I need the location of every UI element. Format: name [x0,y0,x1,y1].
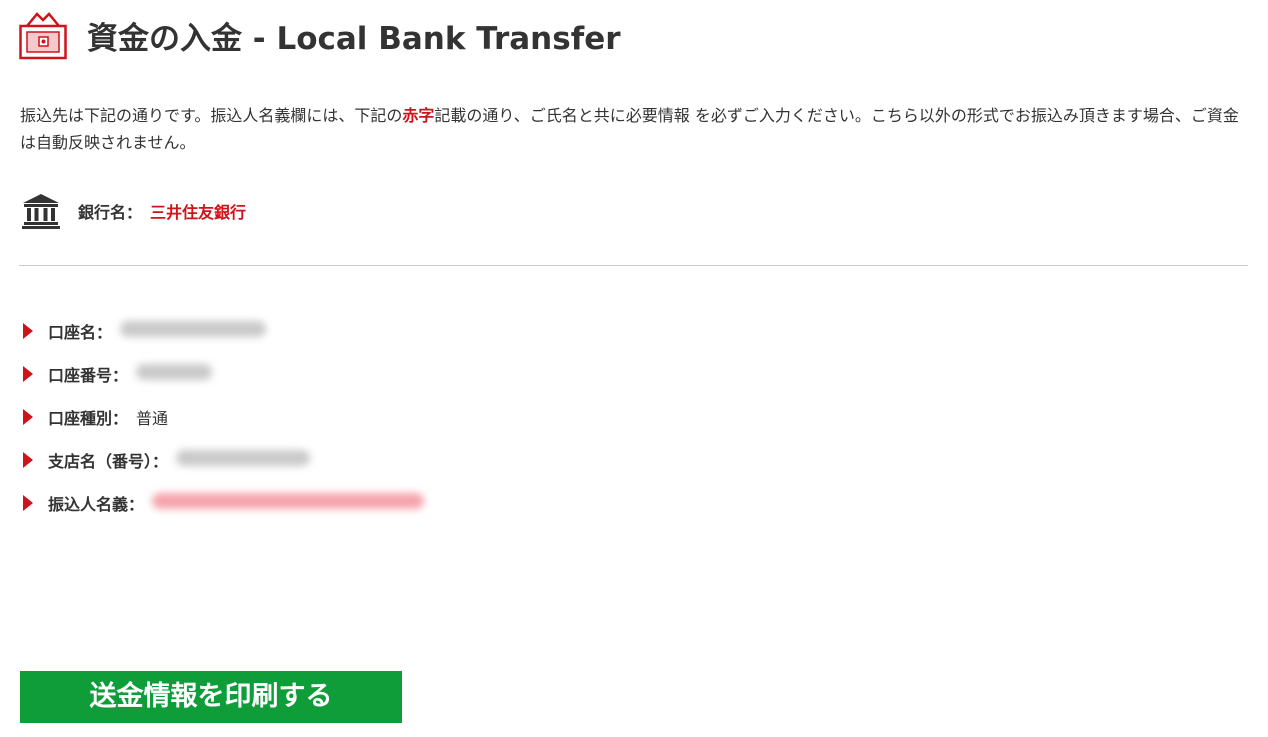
page-header: 資金の入金 - Local Bank Transfer [19,10,621,60]
cash-register-icon [19,12,67,60]
page-title: 資金の入金 - Local Bank Transfer [87,20,621,57]
account-details-list: 口座名： 口座番号： 口座種別： 普通 支店名（番号）： 振込人名義： [22,309,425,524]
transfer-name-label: 振込人名義： [48,494,145,514]
account-number-value-redacted [136,363,213,384]
print-transfer-info-button[interactable]: 送金情報を印刷する [20,671,402,723]
bank-name-value: 三井住友銀行 [150,203,247,222]
bank-icon [22,194,60,229]
bank-name-label: 銀行名： [78,203,143,222]
intro-text: 振込先は下記の通りです。振込人名義欄には、下記の赤字記載の通り、ご氏名と共に必要… [20,102,1245,156]
bank-name-row: 銀行名： 三井住友銀行 [22,193,246,229]
account-name-value-redacted [120,320,267,341]
red-triangle-bullet-icon [23,322,33,339]
branch-value-redacted [176,449,311,470]
account-number-label: 口座番号： [48,365,129,385]
account-name-label: 口座名： [48,322,113,342]
detail-row-branch: 支店名（番号）： [22,438,424,481]
red-triangle-bullet-icon [23,494,33,511]
section-divider [19,265,1248,266]
account-type-label: 口座種別： [48,408,129,428]
red-triangle-bullet-icon [23,451,33,468]
transfer-name-value-redacted [152,492,425,513]
intro-text-part1: 振込先は下記の通りです。振込人名義欄には、下記の [20,106,403,125]
detail-row-account-name: 口座名： [22,309,424,352]
red-triangle-bullet-icon [23,365,33,382]
intro-red-highlight: 赤字 [402,106,435,125]
account-type-value: 普通 [136,408,169,428]
branch-label: 支店名（番号）： [48,451,169,471]
detail-row-account-number: 口座番号： [22,352,424,395]
red-triangle-bullet-icon [23,408,33,425]
detail-row-transfer-name: 振込人名義： [22,481,425,524]
detail-row-account-type: 口座種別： 普通 [22,395,424,438]
